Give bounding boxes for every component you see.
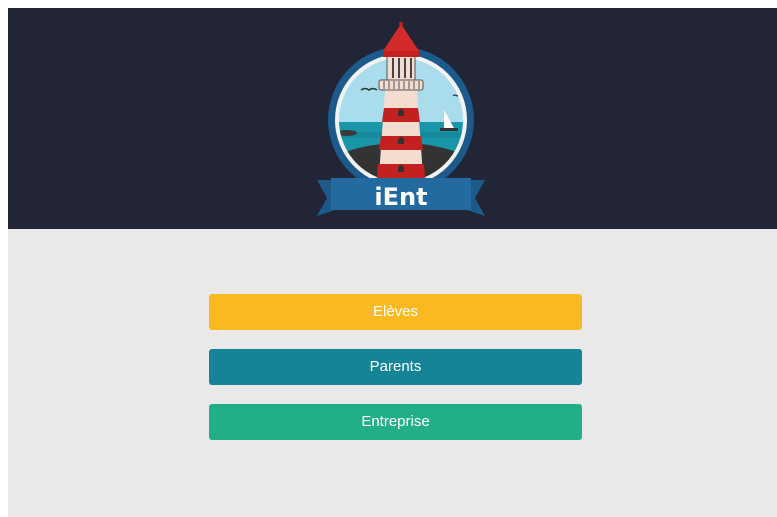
role-selection: Elèves Parents Entreprise (209, 294, 582, 459)
ient-logo: iEnt (317, 22, 485, 216)
page-container: iEnt Elèves Parents Entreprise (8, 8, 777, 517)
parents-button[interactable]: Parents (209, 349, 582, 385)
header: iEnt (8, 8, 777, 229)
logo-text: iEnt (374, 183, 427, 211)
eleves-button[interactable]: Elèves (209, 294, 582, 330)
entreprise-button[interactable]: Entreprise (209, 404, 582, 440)
